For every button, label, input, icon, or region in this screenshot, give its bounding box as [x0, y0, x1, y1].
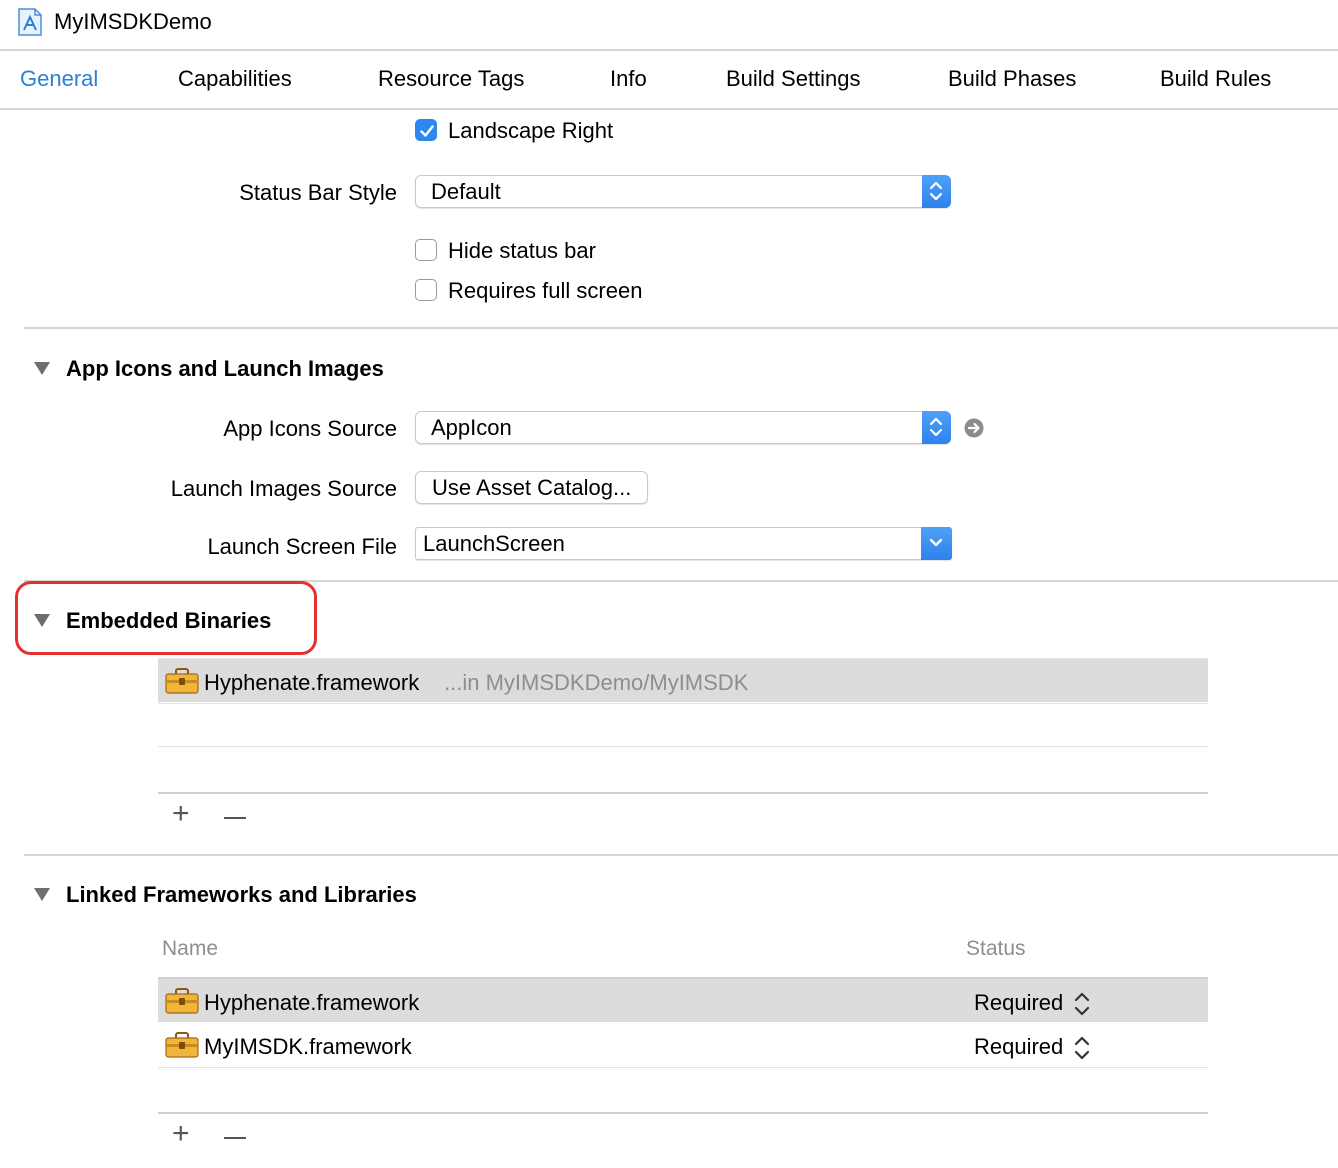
landscape-right-label: Landscape Right: [448, 118, 614, 143]
disclosure-triangle-icon[interactable]: [34, 362, 50, 375]
linked-item-status[interactable]: Required: [974, 990, 1063, 1016]
tab-resource-tags[interactable]: Resource Tags: [378, 66, 524, 92]
app-icons-source-label: App Icons Source: [223, 416, 397, 441]
section-divider: [24, 327, 1338, 329]
launch-screen-combobox[interactable]: LaunchScreen: [415, 527, 952, 560]
table-bottom-border: [158, 1112, 1208, 1114]
disclosure-triangle-icon[interactable]: [34, 888, 50, 901]
column-header-status[interactable]: Status: [966, 937, 1026, 961]
embedded-item-name: Hyphenate.framework: [204, 670, 420, 695]
updown-chevron-icon[interactable]: [1073, 1035, 1091, 1061]
tab-build-phases[interactable]: Build Phases: [948, 66, 1076, 92]
add-framework-button[interactable]: +: [172, 1117, 190, 1151]
linked-frameworks-title: Linked Frameworks and Libraries: [66, 882, 417, 907]
app-icons-source-value: AppIcon: [431, 415, 512, 440]
project-title: MyIMSDKDemo: [54, 9, 212, 34]
app-icons-section-title: App Icons and Launch Images: [66, 356, 384, 381]
toolbox-icon: [165, 988, 199, 1014]
hide-status-bar-label: Hide status bar: [448, 238, 596, 263]
remove-framework-button[interactable]: [224, 1137, 246, 1139]
linked-item-name: Hyphenate.framework: [204, 990, 420, 1015]
title-divider: [0, 49, 1338, 51]
list-row-divider: [158, 746, 1208, 747]
column-header-name[interactable]: Name: [162, 937, 218, 961]
embedded-binaries-title: Embedded Binaries: [66, 608, 272, 633]
checkmark-icon: [420, 125, 434, 137]
tab-info[interactable]: Info: [610, 66, 647, 92]
linked-item-status[interactable]: Required: [974, 1034, 1063, 1060]
hide-status-bar-checkbox[interactable]: [415, 239, 437, 261]
section-divider: [24, 854, 1338, 856]
launch-screen-file-label: Launch Screen File: [207, 534, 397, 559]
use-asset-catalog-button[interactable]: Use Asset Catalog...: [415, 471, 649, 504]
tab-build-rules[interactable]: Build Rules: [1160, 66, 1271, 92]
go-arrow-icon[interactable]: [964, 418, 984, 438]
list-bottom-border: [158, 792, 1208, 794]
linked-item-name: MyIMSDK.framework: [204, 1034, 412, 1059]
embedded-item-path: ...in MyIMSDKDemo/MyIMSDK: [444, 670, 749, 695]
tab-capabilities[interactable]: Capabilities: [178, 66, 292, 92]
tab-general[interactable]: General: [20, 66, 98, 92]
app-icons-source-popup[interactable]: AppIcon: [415, 411, 951, 444]
status-bar-style-label: Status Bar Style: [239, 180, 397, 205]
status-bar-style-value: Default: [431, 179, 501, 204]
section-divider: [24, 580, 1338, 582]
tabs-divider: [0, 108, 1338, 110]
add-embedded-button[interactable]: +: [172, 797, 190, 831]
requires-full-screen-label: Requires full screen: [448, 278, 643, 303]
launch-screen-value: LaunchScreen: [423, 531, 565, 556]
requires-full-screen-checkbox[interactable]: [415, 279, 437, 301]
landscape-right-checkbox[interactable]: [415, 119, 437, 141]
list-row-divider: [158, 703, 1208, 704]
chevron-down-icon: [921, 527, 952, 560]
status-bar-style-popup[interactable]: Default: [415, 175, 951, 208]
launch-images-source-label: Launch Images Source: [170, 476, 397, 501]
xcode-project-icon: [18, 8, 42, 36]
updown-chevron-icon[interactable]: [1073, 991, 1091, 1017]
remove-embedded-button[interactable]: [224, 817, 246, 819]
updown-stepper-icon: [922, 411, 951, 444]
disclosure-triangle-icon[interactable]: [34, 614, 50, 627]
updown-stepper-icon: [922, 175, 951, 208]
tab-build-settings[interactable]: Build Settings: [726, 66, 861, 92]
table-row-divider: [158, 1067, 1208, 1068]
toolbox-icon: [165, 668, 199, 694]
toolbox-icon: [165, 1032, 199, 1058]
